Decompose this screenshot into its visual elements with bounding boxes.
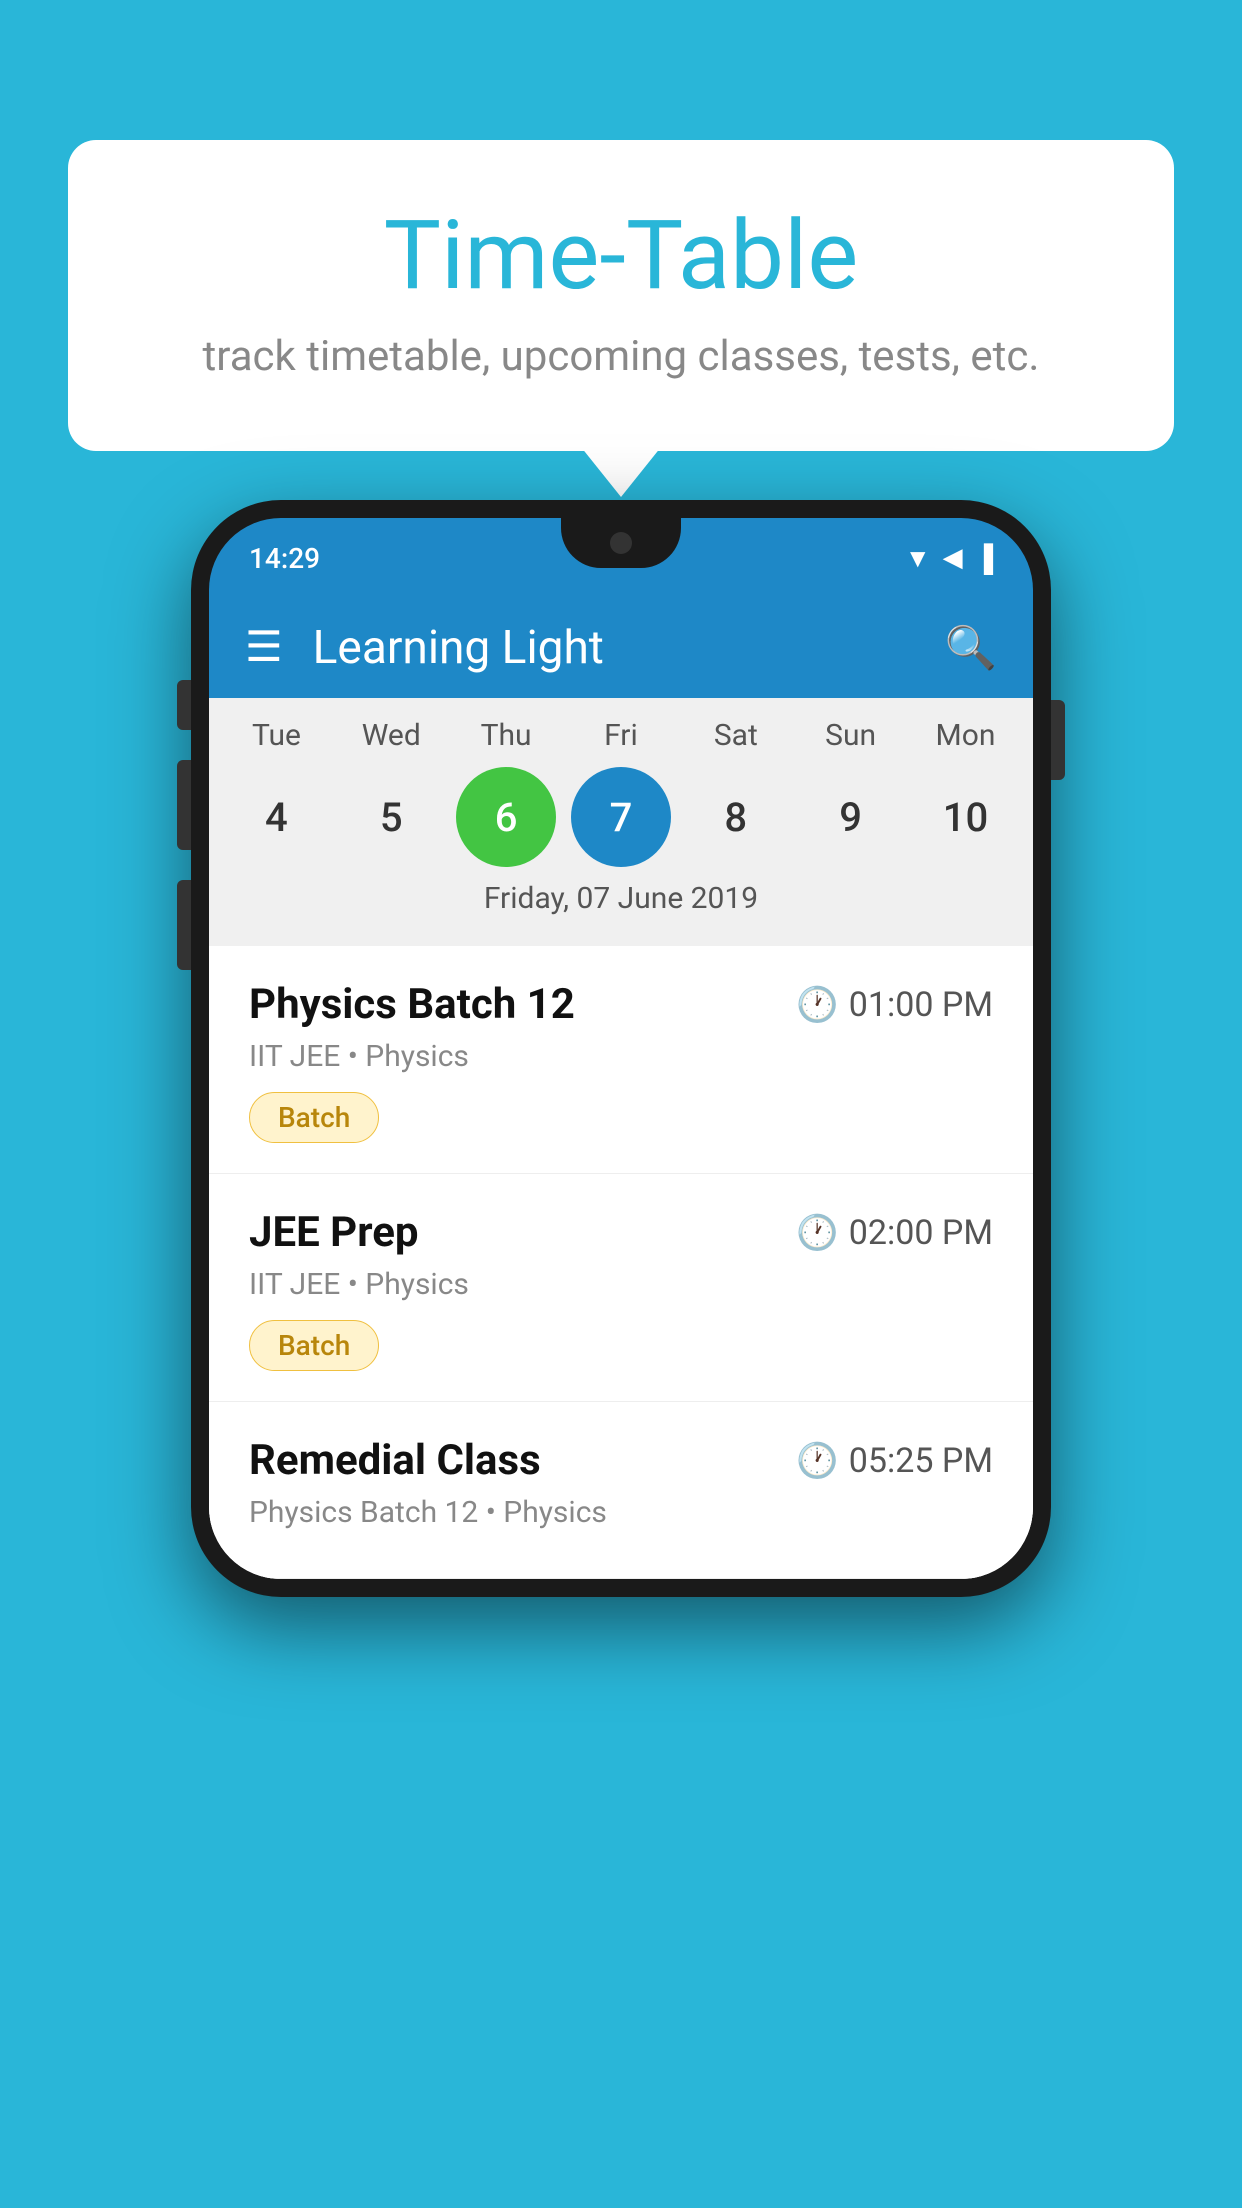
notch [561,518,681,568]
schedule-item-1-time-label: 01:00 PM [849,985,993,1025]
status-time: 14:29 [249,542,320,575]
signal-icon: ◀ [943,543,963,573]
volume-up-button [177,760,191,850]
day-10[interactable]: 10 [915,767,1015,867]
schedule-list: Physics Batch 12 🕐 01:00 PM IIT JEE • Ph… [209,946,1033,1579]
hamburger-icon[interactable]: ☰ [245,627,283,669]
day-name-tue: Tue [226,718,326,753]
search-icon[interactable]: 🔍 [945,624,997,673]
clock-icon-2: 🕐 [796,1213,838,1253]
schedule-item-1-title: Physics Batch 12 [249,980,575,1029]
day-numbers: 4 5 6 7 8 9 10 [209,767,1033,867]
day-headers: Tue Wed Thu Fri Sat Sun Mon [209,718,1033,753]
day-name-wed: Wed [341,718,441,753]
schedule-item-2-time: 🕐 02:00 PM [796,1213,993,1253]
status-icons: ▼ ◀ ▐ [905,543,993,574]
schedule-item-3-title: Remedial Class [249,1436,541,1485]
status-bar: 14:29 ▼ ◀ ▐ [209,518,1033,598]
schedule-item-1-header: Physics Batch 12 🕐 01:00 PM [249,980,993,1029]
power-button [1051,700,1065,780]
schedule-item-3[interactable]: Remedial Class 🕐 05:25 PM Physics Batch … [209,1402,1033,1579]
volume-silent-button [177,680,191,730]
wifi-icon: ▼ [905,543,931,574]
day-7-selected[interactable]: 7 [571,767,671,867]
tooltip-title: Time-Table [148,200,1094,312]
schedule-item-2-title: JEE Prep [249,1208,419,1257]
schedule-item-3-time: 🕐 05:25 PM [796,1441,993,1481]
schedule-item-2-time-label: 02:00 PM [849,1213,993,1253]
day-5[interactable]: 5 [341,767,441,867]
volume-down-button [177,880,191,970]
schedule-item-3-subtitle: Physics Batch 12 • Physics [249,1495,993,1530]
day-name-mon: Mon [915,718,1015,753]
schedule-item-2-header: JEE Prep 🕐 02:00 PM [249,1208,993,1257]
tooltip-card: Time-Table track timetable, upcoming cla… [68,140,1174,451]
batch-badge-1: Batch [249,1092,379,1143]
schedule-item-1-subtitle: IIT JEE • Physics [249,1039,993,1074]
day-8[interactable]: 8 [686,767,786,867]
phone-screen: Tue Wed Thu Fri Sat Sun Mon 4 5 6 7 8 9 … [209,698,1033,1579]
schedule-item-2-subtitle: IIT JEE • Physics [249,1267,993,1302]
day-6-today[interactable]: 6 [456,767,556,867]
schedule-item-1[interactable]: Physics Batch 12 🕐 01:00 PM IIT JEE • Ph… [209,946,1033,1174]
day-9[interactable]: 9 [801,767,901,867]
batch-badge-2: Batch [249,1320,379,1371]
toolbar-title: Learning Light [313,621,945,675]
day-name-sun: Sun [801,718,901,753]
camera-dot [610,532,632,554]
phone-mockup: 14:29 ▼ ◀ ▐ ☰ Learning Light 🔍 Tue Wed [191,500,1051,1597]
schedule-item-2[interactable]: JEE Prep 🕐 02:00 PM IIT JEE • Physics Ba… [209,1174,1033,1402]
day-name-fri: Fri [571,718,671,753]
clock-icon-1: 🕐 [796,985,838,1025]
schedule-item-1-time: 🕐 01:00 PM [796,985,993,1025]
day-name-thu: Thu [456,718,556,753]
schedule-item-3-time-label: 05:25 PM [849,1441,993,1481]
battery-icon: ▐ [975,543,993,574]
schedule-item-3-header: Remedial Class 🕐 05:25 PM [249,1436,993,1485]
phone-outer: 14:29 ▼ ◀ ▐ ☰ Learning Light 🔍 Tue Wed [191,500,1051,1597]
calendar-strip: Tue Wed Thu Fri Sat Sun Mon 4 5 6 7 8 9 … [209,698,1033,946]
tooltip-subtitle: track timetable, upcoming classes, tests… [148,332,1094,381]
app-toolbar: ☰ Learning Light 🔍 [209,598,1033,698]
day-name-sat: Sat [686,718,786,753]
day-4[interactable]: 4 [226,767,326,867]
clock-icon-3: 🕐 [796,1441,838,1481]
selected-date-label: Friday, 07 June 2019 [209,867,1033,936]
